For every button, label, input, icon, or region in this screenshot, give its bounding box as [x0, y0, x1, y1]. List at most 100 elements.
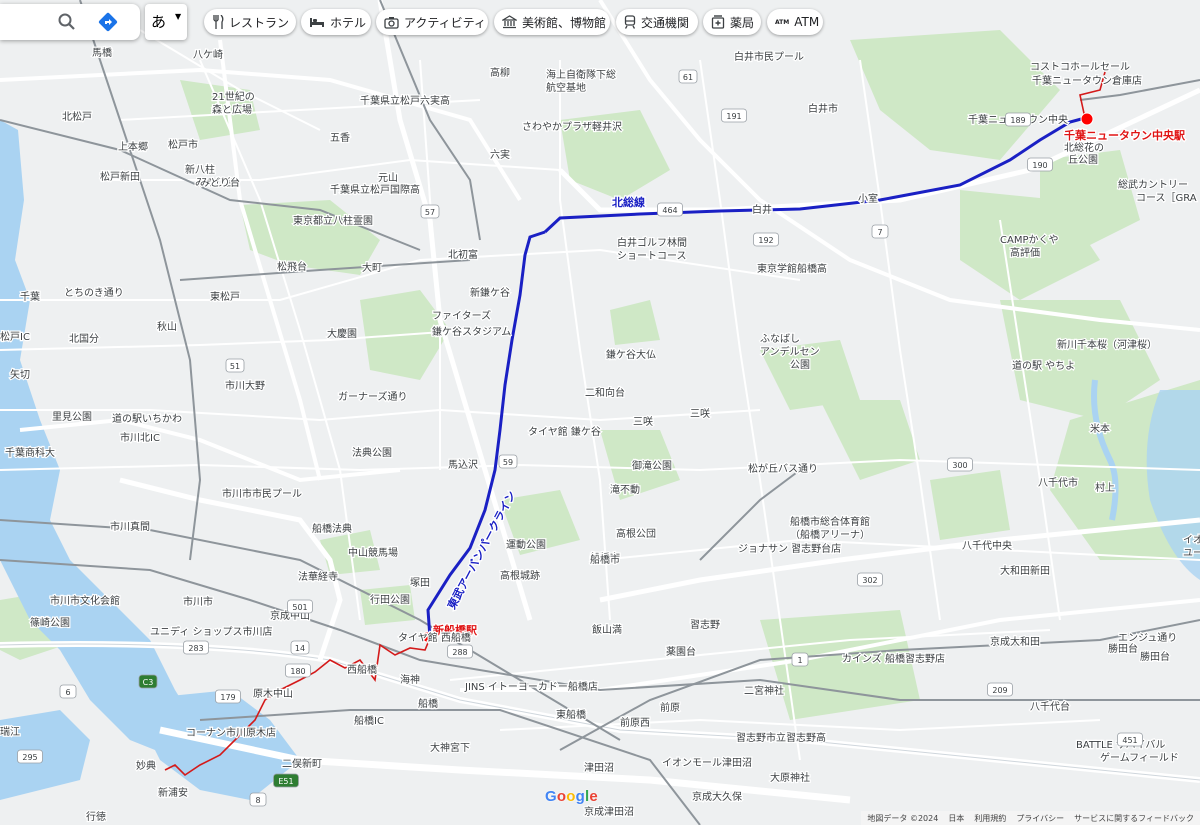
place-label[interactable]: 市川市 — [182, 594, 215, 610]
place-label[interactable]: ふなばし — [759, 332, 802, 347]
place-label[interactable]: 千葉ニュータウン倉庫店 — [1031, 73, 1144, 89]
place-label[interactable]: 松戸新田 — [99, 169, 142, 185]
place-label[interactable]: コース［GRA — [1135, 191, 1198, 206]
chip-atm[interactable]: ATM ATM — [767, 9, 823, 35]
place-label[interactable]: 習志野 — [689, 617, 722, 633]
place-label[interactable]: 鎌ケ谷スタジアム — [431, 324, 513, 340]
place-label[interactable]: 白井市 — [807, 101, 840, 117]
place-label[interactable]: 行田公園 — [369, 592, 412, 608]
place-label[interactable]: 瑞江 — [0, 725, 21, 740]
place-label[interactable]: アンデルセン — [759, 344, 821, 360]
place-label[interactable]: 船橋市総合体育館 — [789, 514, 872, 530]
place-label[interactable]: ガーナーズ通り — [337, 389, 409, 405]
place-label[interactable]: 法華経寺 — [297, 569, 340, 585]
place-label[interactable]: ゲームフィールド — [1099, 751, 1180, 766]
place-label[interactable]: ファイターズ — [431, 308, 493, 324]
place-label[interactable]: コーナン市川原木店 — [185, 725, 278, 741]
place-label[interactable]: 米本 — [1089, 421, 1112, 437]
place-label[interactable]: イオン — [1182, 533, 1200, 548]
place-label[interactable]: 篠崎公園 — [29, 615, 72, 631]
place-label[interactable]: 滝不動 — [609, 482, 642, 498]
place-label[interactable]: 大原神社 — [769, 770, 812, 786]
place-label[interactable]: 千葉 — [19, 289, 42, 305]
directions-icon[interactable] — [98, 12, 118, 32]
place-label[interactable]: 東京都立八柱霊園 — [292, 213, 375, 229]
place-label[interactable]: ショートコース — [616, 250, 688, 264]
place-label[interactable]: 馬橋 — [91, 45, 114, 61]
place-label[interactable]: 行徳 — [85, 809, 108, 825]
place-label[interactable]: 元山 — [377, 171, 400, 186]
place-label[interactable]: 大神宮下 — [429, 740, 472, 756]
place-label[interactable]: 高柳 — [489, 65, 512, 81]
place-label[interactable]: 前原西 — [619, 715, 652, 731]
place-label[interactable]: 京成津田沼 — [583, 804, 636, 820]
search-icon[interactable] — [57, 12, 77, 32]
place-label[interactable]: 船橋IC — [353, 713, 385, 729]
place-label[interactable]: 高根城跡 — [499, 568, 542, 584]
place-label[interactable]: 京成大久保 — [691, 789, 744, 805]
place-label[interactable]: 総武カントリー — [1117, 177, 1190, 193]
place-label[interactable]: 大町 — [361, 260, 384, 276]
place-label[interactable]: 北初富 — [447, 247, 480, 263]
place-label[interactable]: 新鎌ケ谷 — [469, 285, 512, 301]
country-link[interactable]: 日本 — [948, 813, 964, 824]
place-label[interactable]: 市川大野 — [224, 378, 267, 394]
place-label[interactable]: 航空基地 — [545, 80, 588, 96]
place-label[interactable]: 村上 — [1094, 480, 1117, 496]
place-label[interactable]: 運動公園 — [505, 537, 548, 553]
place-label[interactable]: 公園 — [789, 358, 812, 373]
place-label[interactable]: 北松戸 — [61, 109, 94, 125]
place-label[interactable]: 市川市文化会館 — [49, 593, 122, 609]
ime-toggle-button[interactable]: あ ▼ — [145, 4, 187, 40]
place-label[interactable]: 新川千本桜（河津桜） — [1056, 337, 1159, 353]
place-label[interactable]: とちのき通り — [63, 286, 125, 301]
place-label[interactable]: 松戸IC — [0, 329, 31, 345]
place-label[interactable]: 新浦安 — [157, 785, 190, 801]
place-label[interactable]: 道の駅いちかわ — [111, 411, 184, 427]
place-label[interactable]: 上本郷 — [117, 139, 150, 155]
place-label[interactable]: 海神 — [399, 672, 422, 688]
place-label[interactable]: JINS イトーヨーカドー船橋店 — [463, 679, 599, 695]
chip-activity[interactable]: アクティビティ — [376, 9, 488, 35]
chip-museum[interactable]: 美術館、博物館 — [494, 9, 610, 35]
place-label[interactable]: 八千代市 — [1037, 475, 1080, 491]
place-label[interactable]: 海上自衛隊下総 — [545, 67, 618, 83]
place-label[interactable]: CAMPかくや — [999, 233, 1060, 248]
place-label[interactable]: 大和田新田 — [999, 563, 1052, 579]
place-label[interactable]: 21世紀の — [211, 89, 256, 105]
place-label[interactable]: 森と広場 — [211, 102, 254, 118]
place-label[interactable]: 西船橋 — [346, 662, 379, 678]
chip-restaurant[interactable]: レストラン — [204, 9, 296, 35]
place-label[interactable]: さわやかプラザ軽井沢 — [521, 119, 624, 135]
place-label[interactable]: 千葉県立松戸六実高 — [359, 93, 452, 109]
place-label[interactable]: 三咲 — [632, 414, 655, 430]
place-label[interactable]: エンジュ通り — [1117, 631, 1179, 646]
map-canvas[interactable]: 新船橋駅 千葉ニュータウン中央駅 北総線 東武アーバンパークライン 馬橋 八ケ崎2… — [0, 0, 1200, 825]
place-label[interactable]: 八ケ崎 — [192, 47, 225, 63]
place-label[interactable]: 勝田台 — [1139, 649, 1172, 665]
place-label[interactable]: 市川市市民プール — [221, 486, 304, 502]
place-label[interactable]: 八千代中央 — [961, 538, 1014, 554]
place-label[interactable]: 東松戸 — [209, 289, 242, 305]
place-label[interactable]: 二宮神社 — [743, 683, 786, 699]
privacy-link[interactable]: プライバシー — [1016, 813, 1064, 824]
place-label[interactable]: 原木中山 — [252, 686, 295, 702]
place-label[interactable]: 千葉商科大 — [4, 445, 57, 461]
place-label[interactable]: 鎌ケ谷大仏 — [605, 347, 658, 363]
feedback-link[interactable]: サービスに関するフィードバック — [1074, 813, 1194, 824]
place-label[interactable]: 前原 — [659, 700, 682, 716]
place-label[interactable]: 法典公園 — [351, 445, 394, 461]
place-label[interactable]: 道の駅 やちよ — [1011, 358, 1077, 374]
place-label[interactable]: みどり台 — [199, 175, 242, 191]
place-label[interactable]: 白井市民プール — [733, 49, 806, 65]
place-label[interactable]: 矢切 — [9, 367, 32, 383]
place-label[interactable]: カインズ 船橋習志野店 — [841, 651, 946, 667]
place-label[interactable]: コストコホールセール — [1029, 60, 1132, 75]
place-label[interactable]: 妙典 — [135, 758, 158, 774]
end-marker[interactable] — [1080, 112, 1094, 126]
place-label[interactable]: （船橋アリーナ） — [789, 527, 872, 543]
place-label[interactable]: 五香 — [329, 131, 352, 146]
place-label[interactable]: 白井ゴルフ林間 — [616, 235, 689, 251]
place-label[interactable]: 習志野市立習志野高 — [735, 730, 828, 746]
place-label[interactable]: 船橋市 — [589, 552, 622, 568]
